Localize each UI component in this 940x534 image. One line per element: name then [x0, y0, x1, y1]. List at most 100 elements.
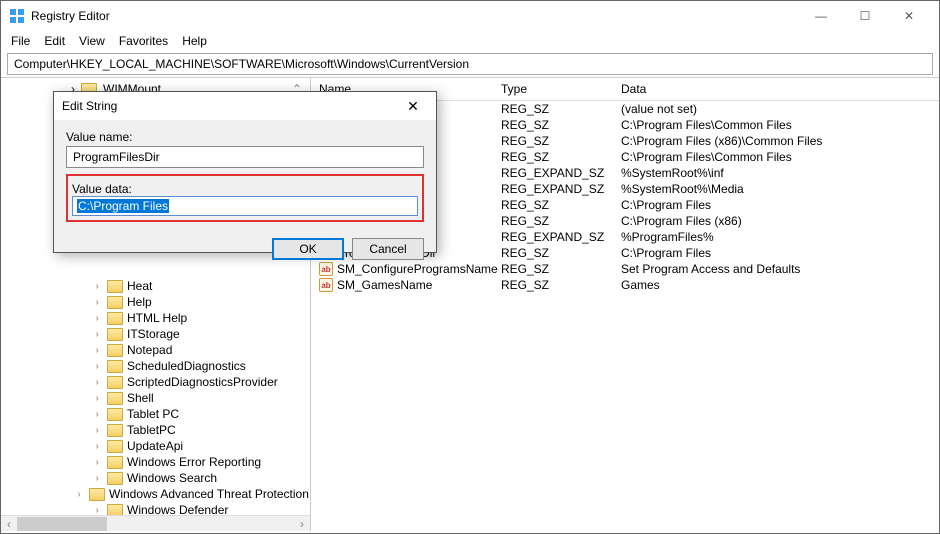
value-name: SM_GamesName	[337, 278, 432, 292]
menu-file[interactable]: File	[11, 34, 30, 48]
value-type: REG_SZ	[501, 134, 621, 148]
tree-item[interactable]: › ScriptedDiagnosticsProvider	[1, 374, 310, 390]
chevron-right-icon[interactable]: ›	[91, 393, 103, 404]
chevron-right-icon[interactable]: ›	[91, 313, 103, 324]
address-bar[interactable]: Computer\HKEY_LOCAL_MACHINE\SOFTWARE\Mic…	[7, 53, 933, 75]
tree-item[interactable]: › ScheduledDiagnostics	[1, 358, 310, 374]
value-name-label: Value name:	[66, 130, 424, 144]
folder-icon	[107, 424, 123, 437]
value-type: REG_SZ	[501, 150, 621, 164]
menu-bar: File Edit View Favorites Help	[1, 31, 939, 51]
dialog-title: Edit String	[62, 99, 117, 113]
chevron-right-icon[interactable]: ›	[91, 425, 103, 436]
value-data: Games	[621, 278, 939, 292]
menu-edit[interactable]: Edit	[44, 34, 65, 48]
ok-button[interactable]: OK	[272, 238, 344, 260]
value-data-highlight: Value data: C:\Program Files	[66, 174, 424, 222]
chevron-right-icon[interactable]: ›	[91, 441, 103, 452]
scroll-right-icon[interactable]: ›	[294, 517, 310, 531]
close-button[interactable]: ✕	[887, 2, 931, 30]
folder-icon	[107, 456, 123, 469]
tree-item[interactable]: › Shell	[1, 390, 310, 406]
value-name-input[interactable]: ProgramFilesDir	[66, 146, 424, 168]
value-data: C:\Program Files (x86)\Common Files	[621, 134, 939, 148]
value-data: Set Program Access and Defaults	[621, 262, 939, 276]
tree-item[interactable]: › Tablet PC	[1, 406, 310, 422]
folder-icon	[107, 344, 123, 357]
tree-item[interactable]: › Help	[1, 294, 310, 310]
folder-icon	[107, 312, 123, 325]
value-type: REG_EXPAND_SZ	[501, 182, 621, 196]
tree-item-label: ITStorage	[127, 327, 180, 341]
tree-item[interactable]: › ITStorage	[1, 326, 310, 342]
tree-item[interactable]: › Heat	[1, 278, 310, 294]
folder-icon	[89, 488, 105, 501]
col-type[interactable]: Type	[501, 82, 621, 96]
chevron-right-icon[interactable]: ›	[91, 297, 103, 308]
dialog-close-button[interactable]: ✕	[398, 98, 428, 115]
tree-item-label: UpdateApi	[127, 439, 183, 453]
folder-icon	[107, 376, 123, 389]
tree-item[interactable]: › TabletPC	[1, 422, 310, 438]
tree-item-label: Help	[127, 295, 152, 309]
chevron-right-icon[interactable]: ›	[91, 473, 103, 484]
value-type: REG_SZ	[501, 262, 621, 276]
tree-item[interactable]: › UpdateApi	[1, 438, 310, 454]
scroll-left-icon[interactable]: ‹	[1, 517, 17, 531]
chevron-right-icon[interactable]: ›	[91, 345, 103, 356]
chevron-right-icon[interactable]: ›	[91, 281, 103, 292]
folder-icon	[107, 296, 123, 309]
value-type: REG_SZ	[501, 102, 621, 116]
value-type: REG_EXPAND_SZ	[501, 166, 621, 180]
tree-item[interactable]: ›Windows Error Reporting	[1, 454, 310, 470]
tree-item-label: Notepad	[127, 343, 172, 357]
value-type: REG_SZ	[501, 118, 621, 132]
value-data: C:\Program Files (x86)	[621, 214, 939, 228]
tree-item[interactable]: ›HTML Help	[1, 310, 310, 326]
tree-item-label: Heat	[127, 279, 152, 293]
chevron-right-icon[interactable]: ›	[91, 409, 103, 420]
tree-item[interactable]: › Notepad	[1, 342, 310, 358]
value-data: C:\Program Files	[621, 246, 939, 260]
menu-favorites[interactable]: Favorites	[119, 34, 168, 48]
tree-item[interactable]: › Windows Search	[1, 470, 310, 486]
menu-help[interactable]: Help	[182, 34, 207, 48]
chevron-right-icon[interactable]: ›	[91, 377, 103, 388]
chevron-right-icon[interactable]: ›	[91, 329, 103, 340]
tree-item-label: Shell	[127, 391, 154, 405]
folder-icon	[107, 472, 123, 485]
chevron-right-icon[interactable]: ›	[91, 505, 103, 516]
regedit-icon	[9, 8, 25, 24]
tree-item-label: ScriptedDiagnosticsProvider	[127, 375, 278, 389]
chevron-right-icon[interactable]: ›	[73, 489, 85, 500]
value-data-input[interactable]: C:\Program Files	[72, 196, 418, 216]
tree-item-label: ScheduledDiagnostics	[127, 359, 246, 373]
folder-icon	[107, 408, 123, 421]
value-type: REG_SZ	[501, 198, 621, 212]
tree-item-label: Windows Search	[127, 471, 217, 485]
cancel-button[interactable]: Cancel	[352, 238, 424, 260]
value-type: REG_SZ	[501, 278, 621, 292]
tree-item-label: Tablet PC	[127, 407, 179, 421]
chevron-right-icon[interactable]: ›	[91, 457, 103, 468]
tree-item[interactable]: ›Windows Advanced Threat Protection	[1, 486, 310, 502]
folder-icon	[107, 440, 123, 453]
folder-icon	[107, 328, 123, 341]
col-data[interactable]: Data	[621, 82, 939, 96]
horizontal-scrollbar[interactable]: ‹ ›	[1, 515, 310, 531]
tree-item-label: TabletPC	[127, 423, 176, 437]
maximize-button[interactable]: ☐	[843, 2, 887, 30]
minimize-button[interactable]: —	[799, 2, 843, 30]
scroll-thumb[interactable]	[17, 517, 107, 531]
value-data: C:\Program Files\Common Files	[621, 150, 939, 164]
folder-icon	[107, 280, 123, 293]
edit-string-dialog: Edit String ✕ Value name: ProgramFilesDi…	[53, 91, 437, 253]
string-value-icon: ab	[319, 278, 333, 292]
value-data: %SystemRoot%\inf	[621, 166, 939, 180]
title-bar: Registry Editor — ☐ ✕	[1, 1, 939, 31]
chevron-right-icon[interactable]: ›	[91, 361, 103, 372]
value-row[interactable]: ab SM_GamesName REG_SZGames	[311, 277, 939, 293]
value-data: %ProgramFiles%	[621, 230, 939, 244]
value-data: (value not set)	[621, 102, 939, 116]
menu-view[interactable]: View	[79, 34, 105, 48]
